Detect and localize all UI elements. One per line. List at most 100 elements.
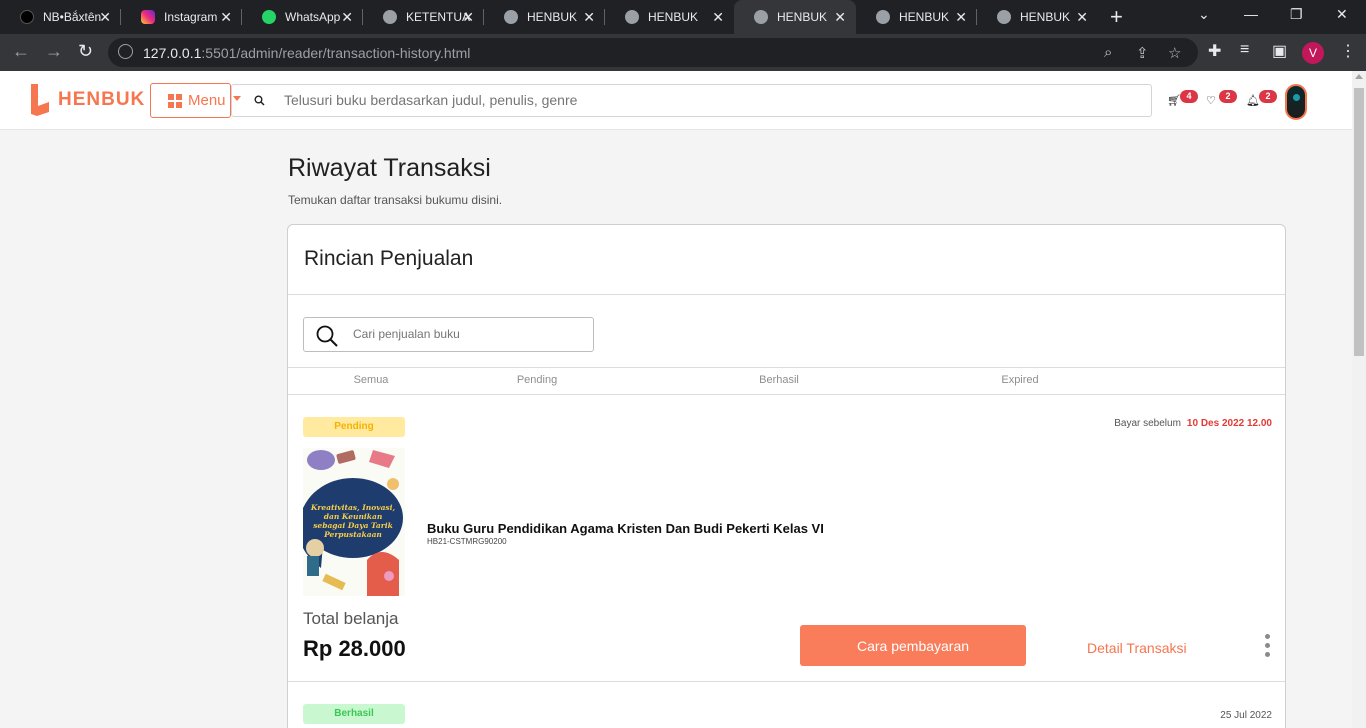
cover-title-line: sebagai Daya Tarik [313,521,393,530]
filter-tab-success[interactable]: Berhasil [759,374,799,386]
tab-title: HENBUK [777,10,828,24]
bookmark-star-icon[interactable]: ☆ [1168,44,1181,62]
cart-count-badge: 4 [1180,90,1198,103]
browser-tab-active[interactable]: HENBUK ✕ [734,0,856,34]
sales-details-card: Rincian Penjualan Semua Pending Berhasil… [287,224,1286,728]
side-panel-icon[interactable]: ▣ [1272,41,1287,61]
browser-tab[interactable]: KETENTUA ✕ [363,0,484,34]
minimize-icon[interactable]: — [1244,6,1258,22]
globe-icon [754,10,768,24]
total-label: Total belanja [303,609,399,628]
new-tab-icon[interactable]: + [1110,4,1123,30]
window-close-icon[interactable]: ✕ [1336,6,1348,23]
wishlist-count-badge: 2 [1219,90,1237,103]
reload-icon[interactable]: ↻ [78,41,93,62]
grid-icon [168,93,182,108]
page-title: Riwayat Transaksi [288,154,491,182]
deadline-date: 10 Des 2022 12.00 [1186,418,1272,429]
restore-icon[interactable]: ❐ [1290,6,1303,23]
browser-tab[interactable]: WhatsApp ✕ [242,0,363,34]
book-search-input[interactable] [284,92,1084,108]
book-cover-art: Kreativitas, Inovasi, dan Keunikan sebag… [303,450,403,596]
site-info-icon[interactable] [118,44,133,59]
whatsapp-icon [262,10,276,24]
status-badge-success: Berhasil [303,704,405,724]
notification-bell-icon[interactable]: 🔔︎ [1246,94,1260,107]
notification-count-badge: 2 [1259,90,1277,103]
instagram-icon [141,10,155,24]
close-icon[interactable]: ✕ [712,9,724,26]
logo-mark-icon [31,84,49,116]
scrollbar-thumb[interactable] [1354,88,1364,356]
tiktok-icon [20,10,34,24]
tab-title: HENBUK [648,10,699,24]
close-icon[interactable]: ✕ [583,9,595,26]
filter-tab-all[interactable]: Semua [354,374,389,386]
extensions-icon[interactable]: ✚ [1208,41,1221,61]
close-icon[interactable]: ✕ [99,9,111,26]
browser-tab[interactable]: HENBUK ✕ [605,0,734,34]
globe-icon [997,10,1011,24]
wishlist-heart-icon[interactable]: ♡ [1206,94,1216,107]
search-icon [254,95,265,106]
back-icon[interactable]: ← [12,41,30,62]
book-search-field[interactable] [231,84,1152,117]
share-icon[interactable]: ⇪ [1136,44,1149,62]
menu-label: Menu [188,92,226,109]
sales-search-input[interactable] [353,327,583,341]
transaction-date: 25 Jul 2022 [1220,710,1272,721]
cover-title-line: Kreativitas, Inovasi, [310,503,396,512]
address-bar[interactable]: 127.0.0.1:5501/admin/reader/transaction-… [108,38,1198,67]
user-avatar[interactable] [1285,84,1307,120]
browser-tab-strip: NB•Bắxtên ✕ Instagram ✕ WhatsApp ✕ KETEN… [0,0,1366,34]
sales-search-field[interactable] [303,317,594,352]
browser-tab[interactable]: HENBUK ✕ [977,0,1098,34]
menu-button[interactable]: Menu [150,83,231,118]
more-options-icon[interactable] [1265,634,1271,660]
cart-icon[interactable]: 🛒︎ [1167,94,1181,107]
forward-icon[interactable]: → [45,41,63,62]
site-header: HENBUK Menu 🛒︎ 4 ♡ 2 🔔︎ 2 [0,71,1352,130]
divider [288,394,1285,395]
close-icon[interactable]: ✕ [955,9,967,26]
url-text: 127.0.0.1:5501/admin/reader/transaction-… [143,45,471,61]
zoom-icon[interactable]: ⌕ [1104,44,1112,61]
page-subtitle: Temukan daftar transaksi bukumu disini. [288,193,503,207]
filter-tab-pending[interactable]: Pending [517,374,557,386]
cover-title-line: Perpustakaan [323,530,382,539]
divider [288,681,1285,682]
book-title[interactable]: Buku Guru Pendidikan Agama Kristen Dan B… [427,521,824,536]
browser-tab[interactable]: HENBUK ✕ [856,0,977,34]
media-control-icon[interactable]: ≡ [1240,41,1249,59]
browser-tab[interactable]: NB•Bắxtên ✕ [0,0,121,34]
browser-tab[interactable]: HENBUK ✕ [484,0,605,34]
close-icon[interactable]: ✕ [834,9,846,26]
globe-icon [625,10,639,24]
divider [288,367,1285,368]
close-icon[interactable]: ✕ [462,9,474,26]
book-cover[interactable]: Kreativitas, Inovasi, dan Keunikan sebag… [303,448,405,596]
browser-menu-icon[interactable]: ⋮ [1340,41,1356,61]
globe-icon [383,10,397,24]
cover-title-line: dan Keunikan [324,512,383,521]
close-icon[interactable]: ✕ [1076,9,1088,26]
globe-icon [876,10,890,24]
henbuk-logo[interactable]: HENBUK [28,82,145,118]
browser-toolbar: ← → ↻ 127.0.0.1:5501/admin/reader/transa… [0,34,1366,71]
payment-deadline: Bayar sebelum 10 Des 2022 12.00 [1114,418,1272,429]
divider [288,294,1285,295]
status-badge-pending: Pending [303,417,405,437]
payment-method-button[interactable]: Cara pembayaran [800,625,1026,666]
book-code: HB21-CSTMRG90200 [427,537,507,546]
close-icon[interactable]: ✕ [220,9,232,26]
browser-tab[interactable]: Instagram ✕ [121,0,242,34]
globe-icon [504,10,518,24]
tab-search-icon[interactable]: ⌄ [1198,6,1210,23]
transaction-detail-link[interactable]: Detail Transaksi [1087,640,1187,656]
close-icon[interactable]: ✕ [341,9,353,26]
scroll-up-icon[interactable] [1355,74,1363,79]
profile-avatar[interactable]: V [1302,42,1324,64]
filter-tab-expired[interactable]: Expired [1001,374,1038,386]
logo-text: HENBUK [58,89,146,110]
card-title: Rincian Penjualan [304,247,474,270]
